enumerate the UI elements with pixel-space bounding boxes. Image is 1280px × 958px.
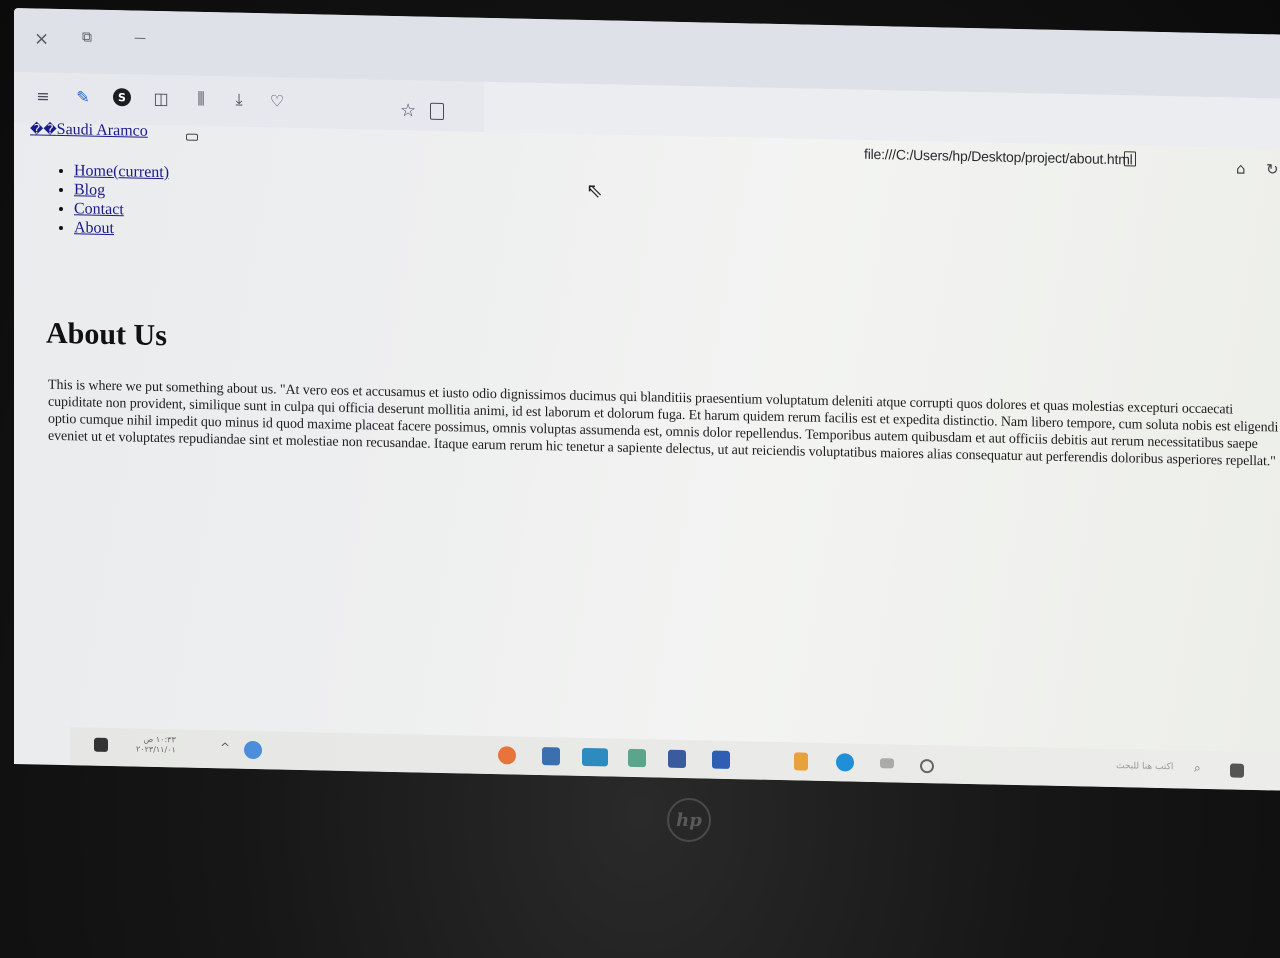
amazon-taskbar-icon[interactable]	[712, 750, 730, 769]
sidebar-icon[interactable]: ◫	[150, 87, 172, 109]
firefox-taskbar-icon[interactable]	[498, 746, 516, 765]
notification-icon[interactable]	[94, 737, 108, 752]
nav-item-contact: Contact	[74, 199, 169, 220]
nav-link-about[interactable]: About	[74, 219, 114, 237]
page-info-icon[interactable]	[1124, 151, 1136, 167]
folder-taskbar-icon[interactable]	[794, 752, 808, 771]
task-view-icon[interactable]	[880, 758, 894, 769]
sync-icon[interactable]: S	[113, 88, 131, 107]
reader-view-icon[interactable]	[430, 102, 444, 121]
search-input[interactable]: اكتب هنا للبحث	[1116, 761, 1173, 772]
clock-date: ٢٠٢٣/١١/٠١	[136, 744, 176, 755]
store-taskbar-icon[interactable]	[582, 747, 608, 767]
nav-link-home[interactable]: Home(current)	[74, 162, 169, 181]
brand-label: Saudi Aramco	[56, 120, 148, 140]
window-minimize-button[interactable]: —	[134, 31, 146, 45]
cortana-icon[interactable]	[920, 758, 934, 774]
edge-taskbar-icon[interactable]	[836, 753, 854, 772]
home-icon[interactable]: ⌂	[1236, 160, 1246, 178]
mouse-cursor: ⇖	[586, 177, 603, 203]
extension-icon[interactable]: ✎	[72, 85, 94, 107]
bag-taskbar-icon[interactable]	[668, 749, 686, 769]
url-text[interactable]: file:///C:/Users/hp/Desktop/project/abou…	[864, 146, 1133, 168]
hp-logo: hp	[667, 798, 711, 842]
download-icon[interactable]: ⤓	[228, 88, 250, 110]
navbar-brand[interactable]: ��Saudi Aramco	[30, 120, 148, 140]
nav-item-home: Home(current)	[74, 161, 169, 182]
bookmark-star-icon[interactable]: ☆	[400, 100, 416, 121]
windows-start-icon[interactable]	[1230, 763, 1244, 778]
nav-link-contact[interactable]: Contact	[74, 200, 124, 218]
brand-prefix: ��	[30, 121, 57, 137]
tray-chevron-icon[interactable]: ^	[220, 740, 238, 758]
nav-item-blog: Blog	[74, 180, 169, 201]
about-paragraph: This is where we put something about us.…	[48, 377, 1279, 470]
app-taskbar-icon[interactable]	[542, 747, 560, 766]
navbar-toggler[interactable]	[186, 133, 198, 141]
clock[interactable]: ١٠:٣٣ ص ٢٠٢٣/١١/٠١	[136, 735, 176, 756]
nav-list: Home(current) Blog Contact About	[58, 161, 169, 239]
search-icon[interactable]: ⌕	[1194, 761, 1212, 779]
pocket-icon[interactable]: ♡	[266, 89, 288, 111]
screen: × ⧉ — + × ≡ ✎ S ◫ ⫼ ⤓ ♡ ☆ file:///C:/Use…	[14, 8, 1280, 791]
network-icon[interactable]	[244, 740, 262, 760]
page-title: About Us	[46, 316, 167, 353]
library-icon[interactable]: ⫼	[190, 88, 212, 110]
window-restore-button[interactable]: ⧉	[82, 29, 92, 45]
photos-taskbar-icon[interactable]	[628, 748, 646, 768]
nav-link-blog[interactable]: Blog	[74, 181, 105, 199]
window-close-button[interactable]: ×	[34, 28, 49, 49]
nav-item-about: About	[74, 218, 169, 239]
reload-icon[interactable]: ↻	[1266, 160, 1279, 178]
menu-icon[interactable]: ≡	[32, 84, 54, 106]
